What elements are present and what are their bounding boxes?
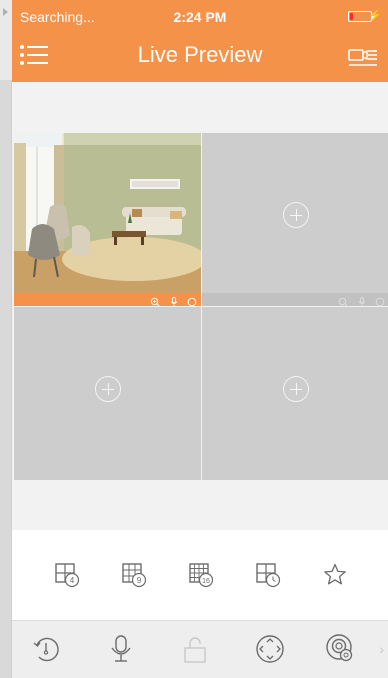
live-video-feed: [14, 133, 201, 293]
layout-9-icon[interactable]: 9: [121, 562, 147, 588]
page-title: Live Preview: [137, 42, 263, 67]
bottom-toolbar: ›: [12, 620, 388, 678]
svg-text:4: 4: [70, 576, 75, 585]
preview-grid: [14, 133, 388, 561]
previous-screen-edge: [0, 0, 12, 678]
record-icon[interactable]: [187, 297, 197, 307]
preview-channel-1[interactable]: [14, 133, 201, 307]
snapshot-camera-icon[interactable]: [324, 633, 356, 665]
record-icon[interactable]: [375, 297, 385, 307]
add-device-icon[interactable]: [282, 201, 309, 228]
preview-area: [12, 82, 388, 561]
svg-text:16: 16: [202, 578, 210, 585]
header: Searching... 2:24 PM ⚡ Live Preview: [12, 0, 388, 82]
add-device-icon[interactable]: [282, 375, 309, 402]
back-arrow-icon: [3, 8, 8, 16]
clock: 2:24 PM: [173, 9, 227, 25]
preview-channel-3[interactable]: [14, 307, 201, 480]
device-list-icon[interactable]: [348, 45, 378, 69]
layout-sequence-icon[interactable]: [255, 562, 281, 588]
preview-channel-4[interactable]: [202, 307, 388, 480]
favorite-star-icon[interactable]: [322, 562, 348, 588]
layout-16-icon[interactable]: 16: [188, 562, 214, 588]
talk-microphone-icon[interactable]: [105, 633, 137, 665]
zoom-icon[interactable]: [338, 297, 348, 307]
channel-1-toolbar: [14, 293, 201, 307]
add-device-icon[interactable]: [94, 375, 121, 402]
layout-4-icon[interactable]: 4: [54, 562, 80, 588]
svg-text:9: 9: [137, 576, 142, 585]
ptz-control-icon[interactable]: [254, 633, 286, 665]
battery-level: [350, 13, 353, 20]
playback-icon[interactable]: [30, 633, 62, 665]
channel-2-toolbar: [202, 293, 388, 307]
unlock-icon[interactable]: [179, 633, 211, 665]
microphone-icon[interactable]: [358, 297, 366, 307]
app-window: Searching... 2:24 PM ⚡ Live Preview 4 9 …: [12, 0, 388, 678]
charging-icon: ⚡: [368, 10, 382, 22]
layout-selector: 4 9 16: [12, 530, 388, 620]
microphone-icon[interactable]: [170, 297, 178, 307]
screen: Searching... 2:24 PM ⚡ Live Preview 4 9 …: [0, 0, 388, 678]
status-bar: Searching... 2:24 PM ⚡: [12, 0, 388, 30]
preview-channel-2[interactable]: [202, 133, 388, 307]
zoom-icon[interactable]: [150, 297, 160, 307]
chevron-right-icon[interactable]: ›: [379, 641, 384, 657]
